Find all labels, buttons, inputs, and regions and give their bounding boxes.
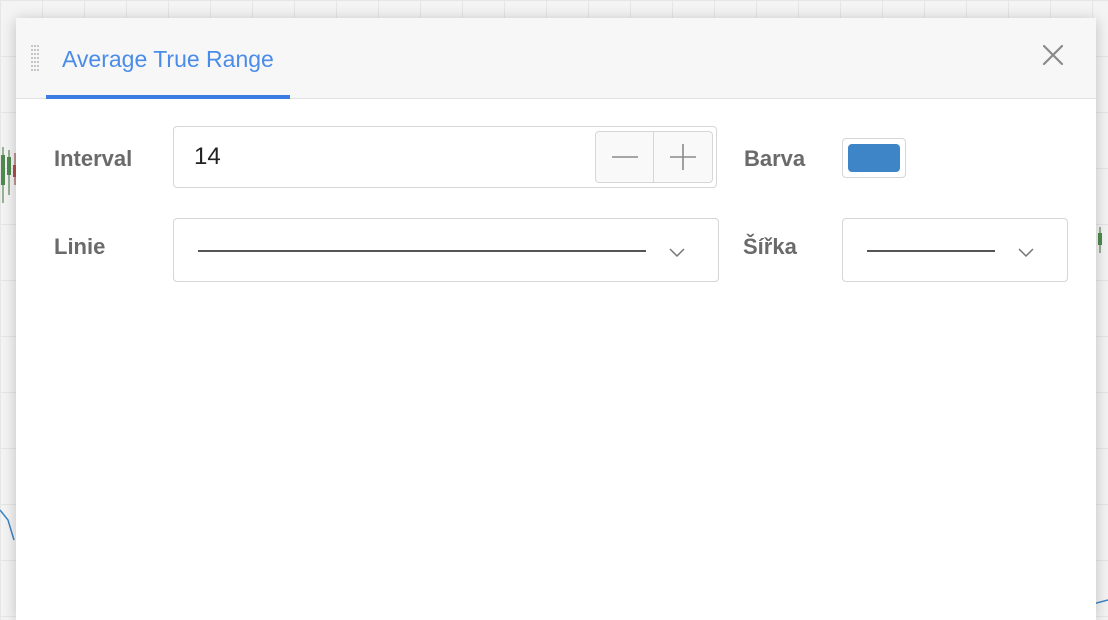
width-label: Šířka [743,234,797,259]
color-swatch [848,144,900,172]
drag-handle-icon[interactable] [30,44,40,72]
line-style-preview [198,250,646,252]
dialog-title[interactable]: Average True Range [62,46,274,73]
line-width-select[interactable] [842,218,1068,282]
decrement-button[interactable] [596,132,654,182]
chevron-down-icon [1018,248,1034,258]
line-style-select[interactable] [173,218,719,282]
close-icon [1042,44,1064,66]
active-tab-indicator [46,95,290,99]
close-button[interactable] [1038,40,1068,70]
background-candles-right [1098,227,1102,253]
chevron-down-icon [669,248,685,258]
increment-button[interactable] [654,132,712,182]
line-label: Linie [54,234,106,259]
plus-icon [670,144,696,170]
dialog-header: Average True Range [16,18,1096,99]
indicator-settings-dialog: Average True Range Interval 14 Barva Lin… [16,18,1096,620]
color-picker[interactable] [842,138,906,178]
interval-field [173,126,717,188]
interval-label: Interval [54,146,133,171]
line-width-preview [867,250,995,252]
color-label: Barva [744,146,806,171]
interval-input[interactable] [194,141,574,173]
interval-stepper [595,131,713,183]
minus-icon [612,156,638,158]
